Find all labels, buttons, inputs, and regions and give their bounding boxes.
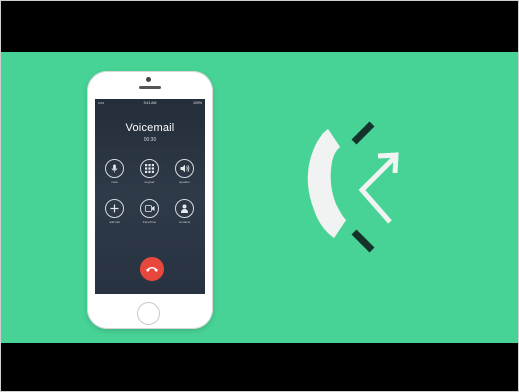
- contacts-label: contacts: [178, 220, 191, 224]
- status-time: 9:41 AM: [143, 101, 157, 105]
- keypad-label: keypad: [144, 180, 155, 184]
- speaker-label: speaker: [179, 180, 190, 184]
- contact-person-icon: [181, 204, 188, 213]
- mute-label: mute: [111, 180, 118, 184]
- end-call-button[interactable]: [140, 257, 164, 281]
- earpiece-speaker: [139, 86, 161, 89]
- top-letterbox-bar: [0, 0, 519, 52]
- speaker-icon: [180, 164, 189, 173]
- green-background: ••••• 9:41 AM 100% Voicemail 00:30 mute: [0, 52, 519, 343]
- add-call-label: add call: [109, 220, 120, 224]
- front-camera: [146, 77, 151, 82]
- video-camera-icon: [144, 205, 154, 212]
- smartphone: ••••• 9:41 AM 100% Voicemail 00:30 mute: [87, 71, 213, 329]
- add-call-button[interactable]: [105, 199, 124, 218]
- caller-name: Voicemail: [125, 122, 175, 134]
- bottom-letterbox-bar: [0, 343, 519, 392]
- hang-up-phone-icon: [146, 267, 158, 272]
- call-timer: 00:30: [143, 137, 157, 143]
- facetime-button[interactable]: [140, 199, 159, 218]
- contacts-button[interactable]: [175, 199, 194, 218]
- call-transfer-icon: [307, 121, 399, 253]
- facetime-label: FaceTime: [142, 220, 157, 224]
- speaker-button[interactable]: [175, 159, 194, 178]
- home-button[interactable]: [137, 302, 160, 325]
- call-screen: ••••• 9:41 AM 100% Voicemail 00:30 mute: [95, 99, 205, 294]
- battery-level: 100%: [193, 101, 202, 105]
- status-bar: ••••• 9:41 AM 100%: [95, 99, 205, 107]
- mute-button[interactable]: [105, 159, 124, 178]
- plus-icon: [110, 204, 119, 213]
- microphone-icon: [111, 164, 118, 173]
- keypad-icon: [145, 164, 154, 173]
- keypad-button[interactable]: [140, 159, 159, 178]
